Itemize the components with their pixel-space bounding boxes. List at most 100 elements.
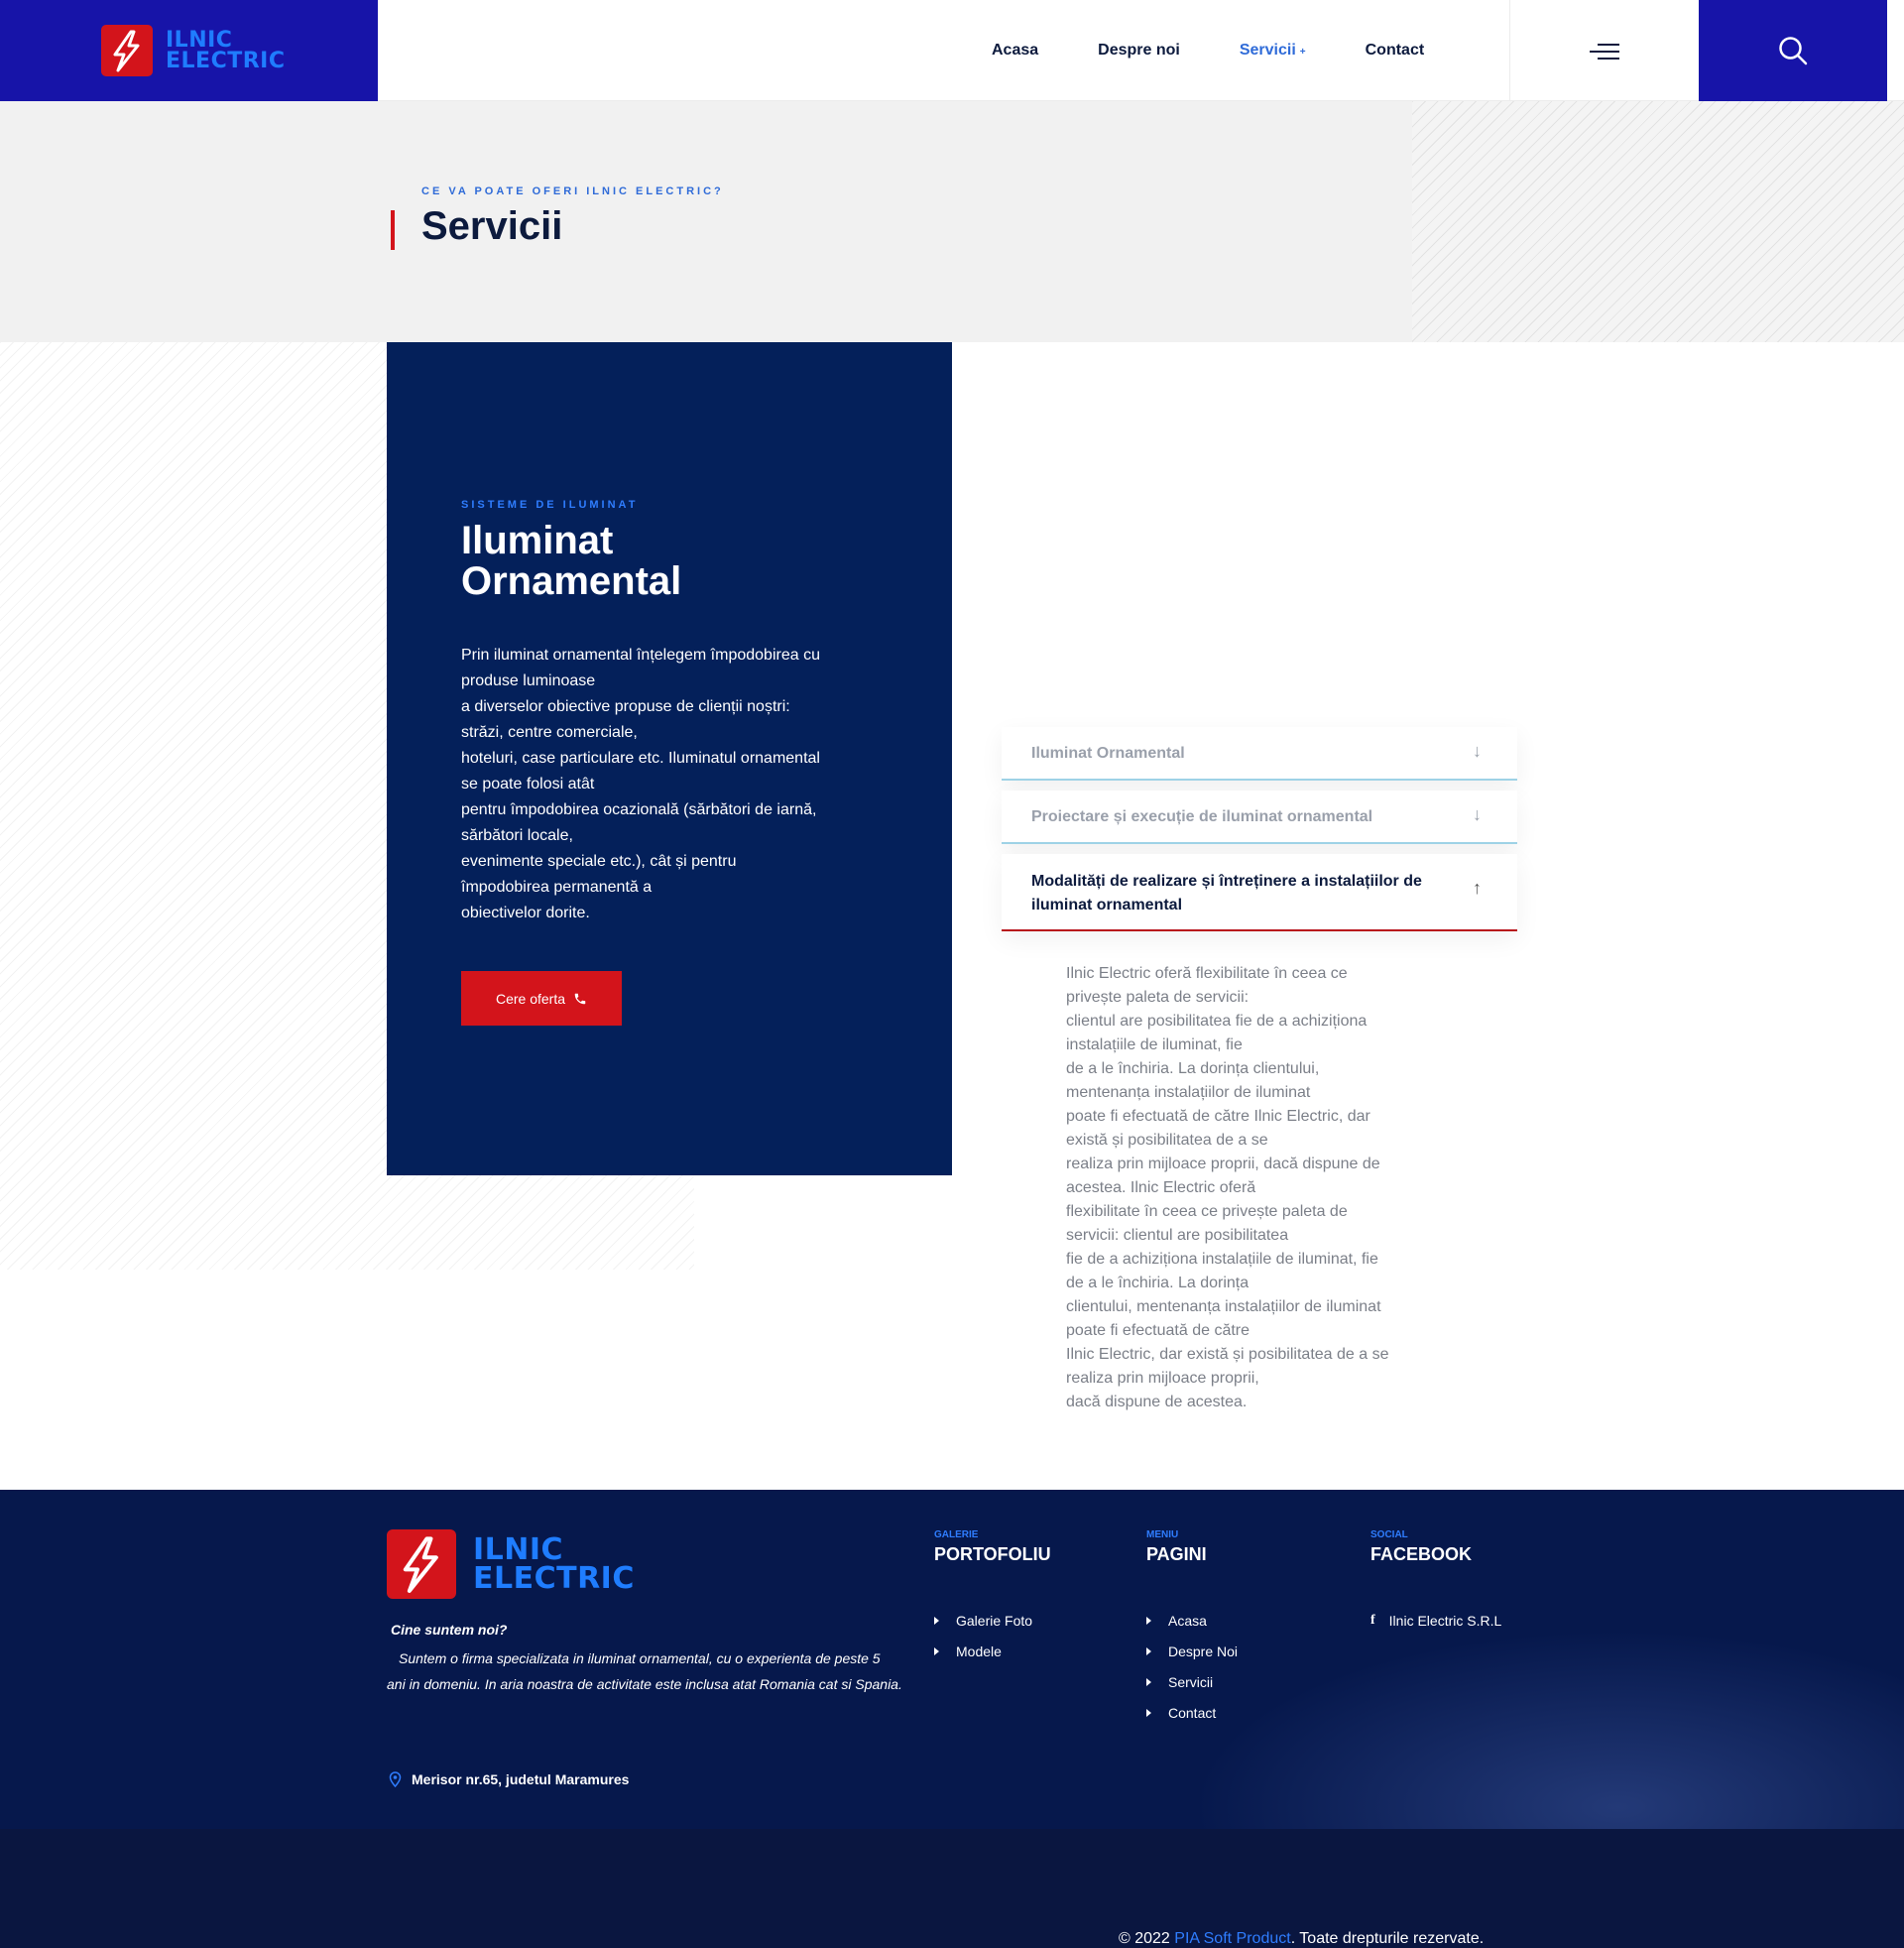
main-nav: Acasa Despre noi Servicii + Contact [992, 0, 1484, 101]
accordion-body-line: flexibilitate în ceea ce privește paleta… [1066, 1203, 1348, 1220]
footer-link-list: Galerie Foto Modele [934, 1605, 1051, 1666]
accordion-body-line: fie de a achiziționa instalațiile de ilu… [1066, 1251, 1378, 1268]
nav-item-contact[interactable]: Contact [1366, 42, 1425, 60]
caret-right-icon [1146, 1646, 1151, 1655]
accordion-body-line: clientul are posibilitatea fie de a achi… [1066, 1013, 1368, 1030]
accordion-body-line: există și posibilitatea de a se [1066, 1132, 1268, 1149]
accordion-body-line: Ilnic Electric, dar există și posibilita… [1066, 1346, 1389, 1363]
feature-title-line1: Iluminat [461, 519, 614, 562]
feature-description: Prin iluminat ornamental înțelegem împod… [461, 643, 888, 926]
accordion-body-line: realiza prin mijloace proprii, dacă disp… [1066, 1156, 1380, 1172]
footer-logo[interactable]: ILNIC ELECTRIC [387, 1529, 635, 1599]
footer-column-title: PAGINI [1146, 1544, 1207, 1564]
accordion-open-body: Ilnic Electric oferă flexibilitate în ce… [1066, 962, 1443, 1414]
lightning-logo-icon [101, 25, 153, 76]
logo-box: ILNIC ELECTRIC [0, 0, 378, 101]
footer-column-title: FACEBOOK [1370, 1544, 1473, 1564]
site-footer: ILNIC ELECTRIC Cine suntem noi? Suntem o… [0, 1490, 1904, 1948]
feature-text-line: sărbători locale, [461, 827, 573, 844]
footer-link-label: Acasa [1168, 1612, 1207, 1629]
accordion-item-proiectare[interactable]: Proiectare și execuție de iluminat ornam… [1002, 791, 1517, 844]
accordion-item-modalitati[interactable]: Modalități de realizare și întreținere a… [1002, 854, 1517, 931]
accordion-body-line: servicii: clientul are posibilitatea [1066, 1227, 1289, 1244]
accordion-item-label: Proiectare și execuție de iluminat ornam… [1031, 808, 1373, 825]
feature-text-line: pentru împodobirea ocazională (sărbători… [461, 801, 817, 818]
feature-text-line: evenimente speciale etc.), cât și pentru [461, 853, 737, 870]
feature-title-line2: Ornamental [461, 559, 682, 603]
accordion-body-line: de a le închiria. La dorința [1066, 1275, 1250, 1291]
footer-bottom-bar [0, 1829, 1904, 1948]
feature-text-line: hoteluri, case particulare etc. Iluminat… [461, 750, 820, 767]
nav-item-servicii[interactable]: Servicii + [1240, 42, 1306, 60]
footer-column-eyebrow: SOCIAL [1370, 1529, 1408, 1540]
feature-text-line: împodobirea permanentă a [461, 879, 653, 896]
feature-text-line: se poate folosi atât [461, 776, 595, 792]
footer-address: Merisor nr.65, judetul Maramures [389, 1771, 629, 1787]
chevron-down-icon: + [1299, 47, 1306, 58]
footer-link-label: Despre Noi [1168, 1643, 1239, 1659]
footer-logo-line2: ELECTRIC [473, 1561, 635, 1596]
accordion-body-line: de a le închiria. La dorința clientului, [1066, 1060, 1320, 1077]
feature-text-line: obiectivelor dorite. [461, 905, 590, 921]
search-icon [1779, 37, 1808, 65]
feature-text-line: străzi, centre comerciale, [461, 724, 638, 741]
nav-item-servicii-label: Servicii [1239, 42, 1296, 59]
search-button[interactable] [1699, 0, 1887, 101]
copyright-suffix: . Toate drepturile rezervate. [1290, 1930, 1485, 1947]
caret-right-icon [934, 1646, 939, 1655]
arrow-down-icon: ↓ [1473, 804, 1482, 824]
footer-link-label: Ilnic Electric S.R.L [1388, 1612, 1502, 1629]
footer-link-list: Acasa Despre Noi Servicii Contact [1146, 1605, 1238, 1728]
footer-link-contact[interactable]: Contact [1146, 1697, 1238, 1728]
accordion-body-line: realiza prin mijloace proprii, [1066, 1370, 1259, 1387]
footer-address-text: Merisor nr.65, judetul Maramures [412, 1771, 630, 1787]
logo-line2: ELECTRIC [166, 49, 286, 73]
footer-column-eyebrow: GALERIE [934, 1529, 979, 1540]
services-accordion: Iluminat Ornamental ↓ Proiectare și exec… [1002, 727, 1517, 931]
caret-right-icon [934, 1616, 939, 1625]
site-logo[interactable]: ILNIC ELECTRIC [101, 25, 286, 76]
accordion-item-label: Modalități de realizare și întreținere a… [1031, 873, 1422, 913]
lightning-logo-icon [387, 1529, 456, 1599]
footer-link-despre-noi[interactable]: Despre Noi [1146, 1636, 1238, 1666]
site-header: ILNIC ELECTRIC Acasa Despre noi Servicii… [0, 0, 1904, 101]
accordion-body-line: privește paleta de servicii: [1066, 989, 1250, 1006]
phone-icon [574, 993, 586, 1004]
caret-right-icon [1146, 1677, 1151, 1686]
page-eyebrow: CE VA POATE OFERI ILNIC ELECTRIC? [421, 185, 724, 197]
location-pin-icon [389, 1771, 402, 1787]
footer-column-facebook: SOCIAL FACEBOOK f Ilnic Electric S.R.L [1370, 1529, 1501, 1636]
logo-line1: ILNIC [166, 28, 233, 53]
accordion-body-line: poate fi efectuată de către Ilnic Electr… [1066, 1108, 1370, 1125]
title-accent-bar [391, 210, 395, 250]
arrow-down-icon: ↓ [1473, 741, 1482, 761]
footer-link-facebook-page[interactable]: f Ilnic Electric S.R.L [1370, 1605, 1501, 1636]
footer-link-galerie-foto[interactable]: Galerie Foto [934, 1605, 1051, 1636]
caret-right-icon [1146, 1616, 1151, 1625]
accordion-body-line: poate fi efectuată de către [1066, 1322, 1250, 1339]
hamburger-menu-icon[interactable] [1590, 44, 1619, 61]
accordion-item-iluminat-ornamental[interactable]: Iluminat Ornamental ↓ [1002, 727, 1517, 781]
accordion-body-line: dacă dispune de acestea. [1066, 1394, 1248, 1410]
footer-about-text: Suntem o firma specializata in iluminat … [387, 1650, 902, 1692]
nav-item-despre-noi[interactable]: Despre noi [1098, 42, 1180, 60]
feature-panel: SISTEME DE ILUMINAT Iluminat Ornamental … [387, 342, 952, 1175]
nav-item-acasa[interactable]: Acasa [992, 42, 1038, 60]
feature-title: Iluminat Ornamental [461, 521, 878, 602]
request-offer-button[interactable]: Cere oferta [461, 971, 622, 1026]
footer-column-pagini: MENIU PAGINI Acasa Despre Noi Servicii C… [1146, 1529, 1238, 1728]
copyright-prefix: © 2022 [1119, 1930, 1170, 1947]
footer-link-acasa[interactable]: Acasa [1146, 1605, 1238, 1636]
footer-column-portofoliu: GALERIE PORTOFOLIU Galerie Foto Modele [934, 1529, 1051, 1666]
footer-link-servicii[interactable]: Servicii [1146, 1666, 1238, 1697]
accordion-item-label: Iluminat Ornamental [1031, 745, 1185, 762]
feature-text-line: Prin iluminat ornamental înțelegem împod… [461, 647, 820, 664]
caret-right-icon [1146, 1708, 1151, 1717]
footer-logo-text: ILNIC ELECTRIC [473, 1535, 635, 1596]
accordion-body-line: mentenanța instalațiilor de iluminat [1066, 1084, 1311, 1101]
footer-link-modele[interactable]: Modele [934, 1636, 1051, 1666]
copyright: © 2022 PIA Soft Product. Toate drepturil… [1119, 1930, 1484, 1948]
copyright-brand-link[interactable]: PIA Soft Product [1174, 1930, 1290, 1947]
feature-text-line: produse luminoase [461, 672, 596, 689]
accordion-body-line: clientului, mentenanța instalațiilor de … [1066, 1298, 1381, 1315]
